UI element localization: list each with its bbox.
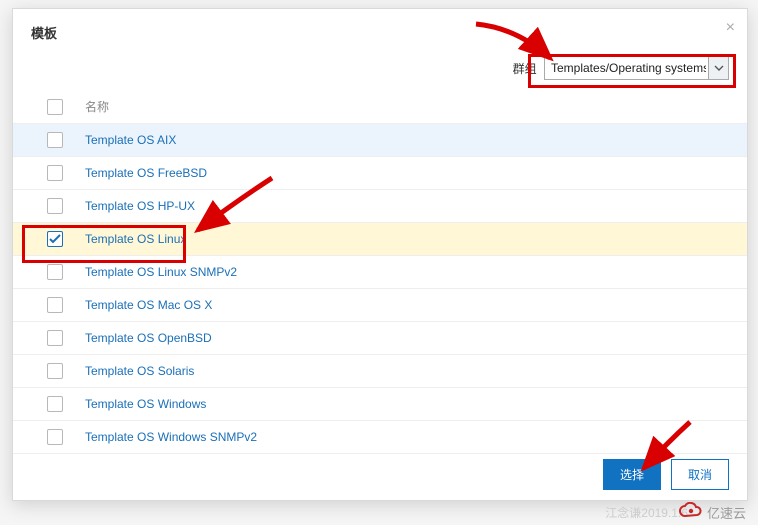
dialog-title: 模板 [31,23,729,42]
dialog-footer: 选择 取消 [603,459,729,490]
group-filter-row: 群组 [13,52,747,90]
table-row[interactable]: Template OS HP-UX [13,190,747,223]
cloud-icon [679,502,703,523]
select-button[interactable]: 选择 [603,459,661,490]
template-link[interactable]: Template OS Linux SNMPv2 [85,265,237,279]
template-link[interactable]: Template OS Solaris [85,364,194,378]
template-link[interactable]: Template OS Windows SNMPv2 [85,430,257,444]
close-icon[interactable]: × [726,19,735,37]
watermark-author: 江念谦2019.1.6 [605,504,688,521]
table-row[interactable]: Template OS Solaris [13,355,747,388]
select-all-checkbox[interactable] [47,99,63,115]
template-link[interactable]: Template OS OpenBSD [85,331,212,345]
template-list: Template OS AIX Template OS FreeBSD Templa… [13,124,747,454]
template-link[interactable]: Template OS Mac OS X [85,298,212,312]
row-checkbox[interactable] [47,396,63,412]
row-checkbox[interactable] [47,264,63,280]
row-checkbox[interactable] [47,165,63,181]
table-row[interactable]: Template OS Linux SNMPv2 [13,256,747,289]
watermark-brand-text: 亿速云 [707,503,746,522]
table-header: 名称 [13,90,747,124]
group-select-wrap [544,56,729,80]
row-checkbox[interactable] [47,363,63,379]
table-row[interactable]: Template OS Linux [13,223,747,256]
template-link[interactable]: Template OS Windows [85,397,206,411]
template-link[interactable]: Template OS AIX [85,133,176,147]
row-checkbox[interactable] [47,330,63,346]
template-link[interactable]: Template OS Linux [85,232,186,246]
row-checkbox[interactable] [47,132,63,148]
template-link[interactable]: Template OS HP-UX [85,199,195,213]
row-checkbox[interactable] [47,429,63,445]
table-row[interactable]: Template OS FreeBSD [13,157,747,190]
row-checkbox[interactable] [47,198,63,214]
table-row[interactable]: Template OS AIX [13,124,747,157]
cancel-button[interactable]: 取消 [671,459,729,490]
column-name-header: 名称 [85,98,109,115]
row-checkbox[interactable] [47,297,63,313]
group-select[interactable] [544,56,729,80]
template-dialog: 模板 × 群组 名称 Template OS AIX Template OS Fr… [12,8,748,501]
dialog-header: 模板 × [13,9,747,52]
table-row[interactable]: Template OS Windows SNMPv2 [13,421,747,454]
template-link[interactable]: Template OS FreeBSD [85,166,207,180]
table-row[interactable]: Template OS Mac OS X [13,289,747,322]
group-label: 群组 [513,62,537,76]
table-row[interactable]: Template OS OpenBSD [13,322,747,355]
table-row[interactable]: Template OS Windows [13,388,747,421]
row-checkbox[interactable] [47,231,63,247]
watermark-brand: 亿速云 [679,502,746,523]
